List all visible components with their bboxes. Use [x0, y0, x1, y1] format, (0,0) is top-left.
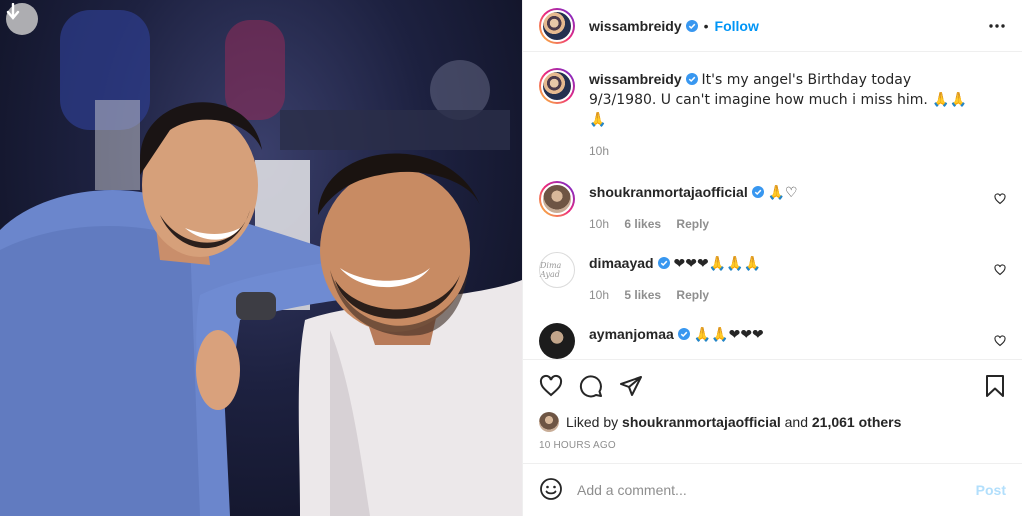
- liked-by-and: and: [784, 414, 808, 430]
- verified-icon: [751, 186, 764, 198]
- photo-illustration: [0, 10, 522, 516]
- reply-button[interactable]: Reply: [676, 288, 709, 302]
- caption-avatar[interactable]: [539, 68, 575, 104]
- caption-username[interactable]: wissambreidy: [589, 71, 682, 87]
- verified-icon: [657, 257, 670, 269]
- download-button[interactable]: [6, 3, 38, 35]
- bookmark-icon: [986, 375, 1004, 397]
- liker-avatar[interactable]: [539, 412, 559, 432]
- likes-summary: Liked by shoukranmortajaofficial and 21,…: [523, 412, 1022, 432]
- post-header: wissambreidy • Follow: [523, 0, 1022, 52]
- post-button[interactable]: Post: [976, 482, 1006, 498]
- comment-likes[interactable]: 6 likes: [624, 217, 661, 231]
- separator-dot: •: [703, 17, 709, 34]
- commenter-username[interactable]: dimaayad: [589, 255, 654, 271]
- post-timestamp[interactable]: 10 HOURS AGO: [523, 432, 1022, 464]
- comment-item: Dima Ayad dimaayad ❤❤❤🙏🙏🙏 10h 5 likes Re…: [539, 252, 1006, 305]
- commenter-avatar[interactable]: Dima Ayad: [539, 252, 575, 288]
- action-bar: [523, 360, 1022, 412]
- emoji-icon: [540, 477, 562, 500]
- post-modal: wissambreidy • Follow wissambreidy It's …: [0, 0, 1022, 516]
- commenter-username[interactable]: aymanjomaa: [589, 326, 674, 342]
- comment-icon: [579, 375, 602, 398]
- comment-item: aymanjomaa 🙏🙏❤❤❤: [539, 323, 1006, 359]
- comment-input[interactable]: [577, 482, 976, 498]
- likes-count[interactable]: 21,061 others: [812, 414, 902, 430]
- post-details-panel: wissambreidy • Follow wissambreidy It's …: [522, 0, 1022, 516]
- like-button[interactable]: [539, 374, 563, 398]
- post-photo[interactable]: [0, 0, 522, 516]
- comment-text: 🙏♡: [767, 185, 798, 201]
- comment-text: 🙏🙏❤❤❤: [693, 327, 764, 343]
- comment-likes[interactable]: 5 likes: [624, 288, 661, 302]
- author-username[interactable]: wissambreidy: [589, 18, 682, 34]
- avatar-logo-text: Dima Ayad: [540, 261, 562, 279]
- comment-heart-icon[interactable]: [994, 193, 1006, 205]
- reply-button[interactable]: Reply: [676, 217, 709, 231]
- verified-icon: [685, 73, 698, 85]
- author-avatar[interactable]: [539, 7, 575, 44]
- comments-list[interactable]: wissambreidy It's my angel's Birthday to…: [523, 52, 1022, 360]
- comment-time[interactable]: 10h: [589, 288, 609, 302]
- emoji-button[interactable]: [539, 477, 563, 504]
- download-icon: [6, 3, 20, 20]
- comment-heart-icon[interactable]: [994, 264, 1006, 276]
- caption-time[interactable]: 10h: [589, 144, 609, 158]
- comment-heart-icon[interactable]: [994, 335, 1006, 347]
- add-comment-bar: Post: [523, 464, 1022, 516]
- save-button[interactable]: [984, 374, 1006, 401]
- more-icon[interactable]: [988, 18, 1006, 34]
- commenter-avatar[interactable]: [539, 181, 575, 217]
- comment-time[interactable]: 10h: [589, 217, 609, 231]
- share-icon: [620, 376, 642, 396]
- verified-icon: [685, 19, 698, 32]
- comment-text: ❤❤❤🙏🙏🙏: [673, 256, 761, 272]
- comment-item: shoukranmortajaofficial 🙏♡ 10h 6 likes R…: [539, 181, 1006, 234]
- follow-button[interactable]: Follow: [715, 18, 759, 34]
- commenter-username[interactable]: shoukranmortajaofficial: [589, 184, 748, 200]
- commenter-avatar[interactable]: [539, 323, 575, 359]
- liker-username[interactable]: shoukranmortajaofficial: [622, 414, 781, 430]
- verified-icon: [677, 328, 690, 340]
- post-caption: wissambreidy It's my angel's Birthday to…: [539, 68, 1006, 161]
- heart-icon: [539, 374, 563, 397]
- comment-button[interactable]: [579, 374, 603, 398]
- share-button[interactable]: [619, 374, 643, 398]
- liked-by-prefix: Liked by: [566, 414, 619, 430]
